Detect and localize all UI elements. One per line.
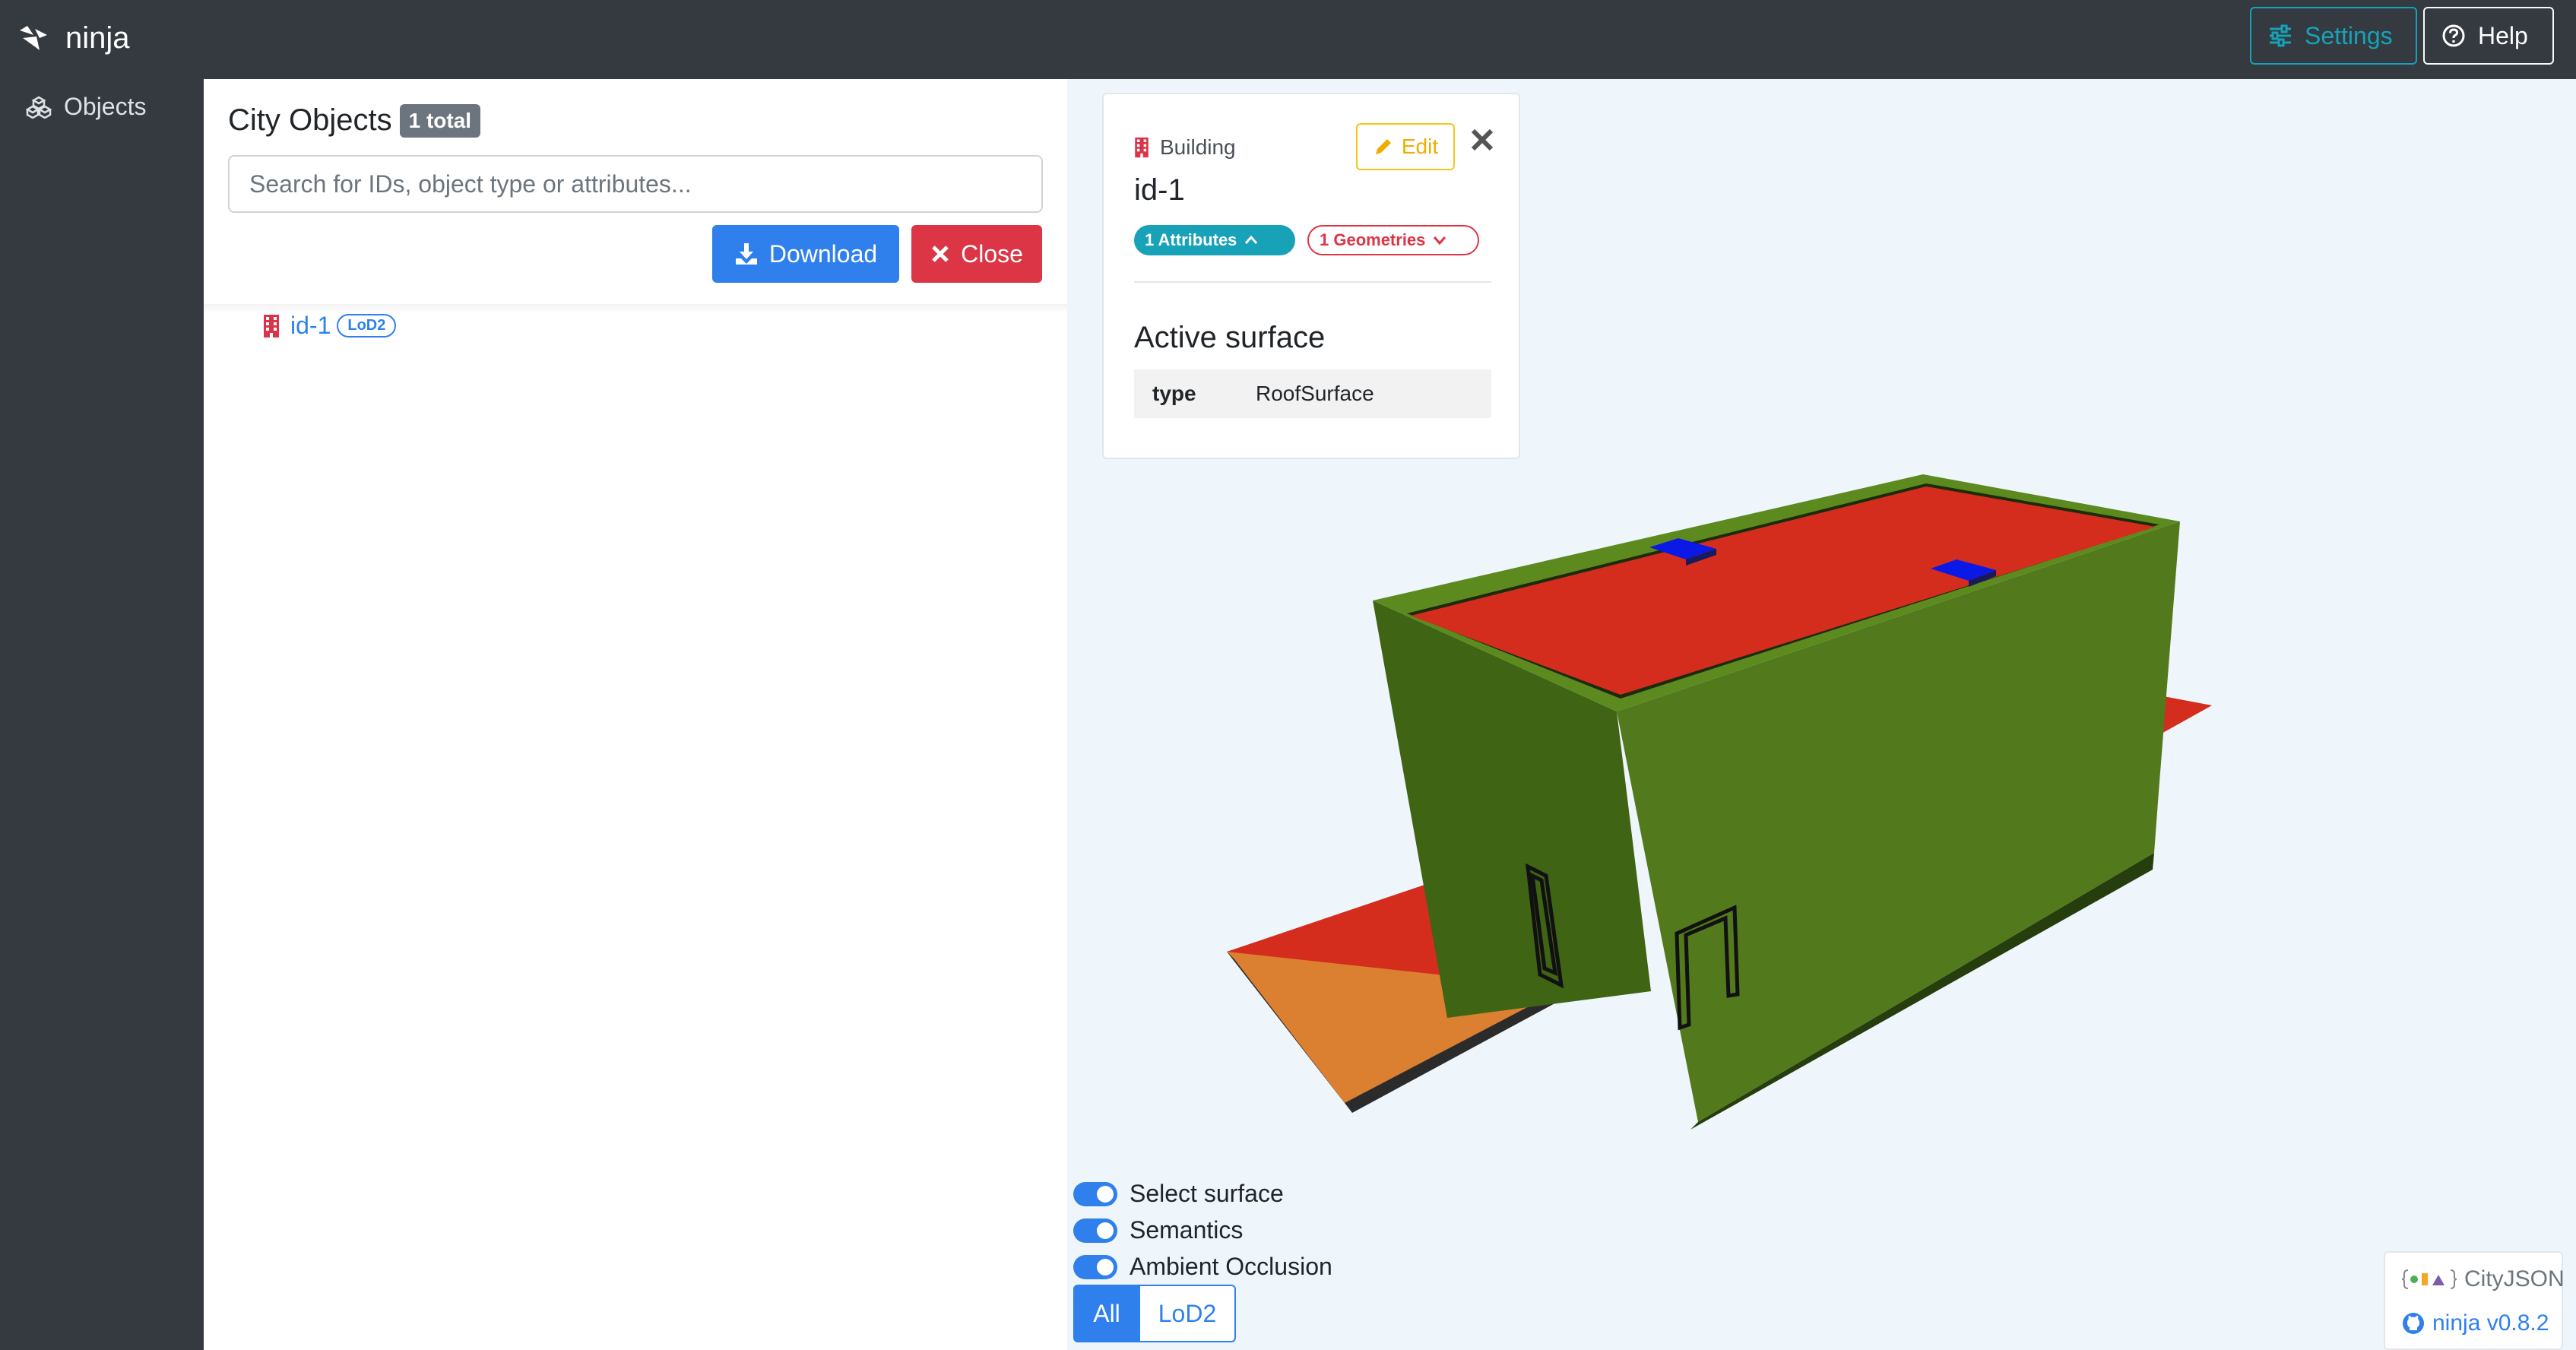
geometries-toggle[interactable]: 1 Geometries <box>1307 225 1479 255</box>
semantics-switch[interactable] <box>1073 1218 1117 1243</box>
ninja-version-link[interactable]: ninja v0.8.2 <box>2402 1310 2549 1336</box>
select-surface-label: Select surface <box>1130 1180 1284 1207</box>
building-icon <box>264 314 279 338</box>
top-navbar: ninja Settings Help <box>0 0 2576 79</box>
download-button[interactable]: Download <box>712 225 899 283</box>
cityjson-label: CityJSON <box>2464 1266 2565 1291</box>
ninja-logo-icon <box>20 26 47 50</box>
edit-button[interactable]: Edit <box>1356 123 1455 170</box>
semantics-label: Semantics <box>1130 1216 1244 1244</box>
sidebar: Objects <box>0 79 204 1350</box>
chevron-down-icon <box>1434 236 1446 246</box>
question-circle-icon <box>2442 24 2465 47</box>
pencil-icon <box>1375 139 1391 154</box>
close-label: Close <box>961 239 1023 268</box>
download-icon <box>735 243 757 265</box>
download-label: Download <box>768 239 878 268</box>
chevron-up-icon <box>1245 235 1258 244</box>
close-icon[interactable] <box>1467 125 1497 155</box>
panel-header: City Objects 1 total <box>228 103 481 138</box>
search-input[interactable] <box>228 155 1043 213</box>
object-type: Building <box>1134 135 1236 160</box>
sliders-icon <box>2270 24 2291 47</box>
help-label: Help <box>2478 21 2528 49</box>
close-icon <box>932 246 949 262</box>
ambient-occlusion-switch[interactable] <box>1073 1254 1117 1279</box>
select-surface-toggle-row[interactable]: Select surface <box>1073 1180 1284 1208</box>
cityjson-link[interactable]: CityJSON <box>2402 1266 2565 1292</box>
brand[interactable]: ninja <box>17 17 130 59</box>
object-id-link[interactable]: id-1 <box>290 312 331 340</box>
attribute-value: RoofSurface <box>1256 382 1374 405</box>
lod-selector: All LoD2 <box>1073 1285 1236 1342</box>
github-icon <box>2403 1313 2424 1334</box>
3d-viewer[interactable]: Building Edit id-1 1 Attributes 1 Geomet… <box>1067 79 2576 1350</box>
lod-all-button[interactable]: All <box>1073 1285 1140 1342</box>
boxes-icon <box>26 96 52 119</box>
object-info-card: Building Edit id-1 1 Attributes 1 Geomet… <box>1102 93 1520 459</box>
attributes-toggle[interactable]: 1 Attributes <box>1134 225 1295 255</box>
semantics-toggle-row[interactable]: Semantics <box>1073 1216 1243 1244</box>
object-type-label: Building <box>1160 135 1236 159</box>
settings-label: Settings <box>2305 21 2393 49</box>
lod2-button[interactable]: LoD2 <box>1140 1285 1236 1342</box>
attributes-pill-label: 1 Attributes <box>1145 230 1237 249</box>
object-id: id-1 <box>1134 173 1185 207</box>
building-icon <box>1135 137 1149 158</box>
ambient-occlusion-label: Ambient Occlusion <box>1130 1253 1332 1280</box>
version-label: ninja v0.8.2 <box>2432 1310 2549 1336</box>
page-title: City Objects <box>228 103 392 137</box>
list-item[interactable]: id-1 LoD2 <box>263 312 397 340</box>
settings-button[interactable]: Settings <box>2250 7 2417 65</box>
count-badge: 1 total <box>399 103 481 138</box>
table-row: type RoofSurface <box>1134 369 1491 418</box>
brand-name: ninja <box>65 21 130 55</box>
card-divider <box>1134 281 1491 283</box>
help-button[interactable]: Help <box>2423 7 2554 65</box>
select-surface-switch[interactable] <box>1073 1181 1117 1206</box>
edit-label: Edit <box>1401 135 1439 158</box>
sidebar-item-label: Objects <box>64 93 147 120</box>
sidebar-item-objects[interactable]: Objects <box>26 93 146 121</box>
lod-badge: LoD2 <box>337 314 397 338</box>
credits-box: CityJSON ninja v0.8.2 <box>2384 1251 2565 1350</box>
section-title: Active surface <box>1134 321 1326 354</box>
city-objects-panel: City Objects 1 total Download Close id-1… <box>204 79 1067 1350</box>
attribute-key: type <box>1152 382 1196 405</box>
geometries-pill-label: 1 Geometries <box>1320 230 1426 249</box>
ambient-occlusion-toggle-row[interactable]: Ambient Occlusion <box>1073 1253 1332 1281</box>
cityjson-logo-icon <box>2402 1269 2457 1289</box>
close-button[interactable]: Close <box>911 225 1042 283</box>
